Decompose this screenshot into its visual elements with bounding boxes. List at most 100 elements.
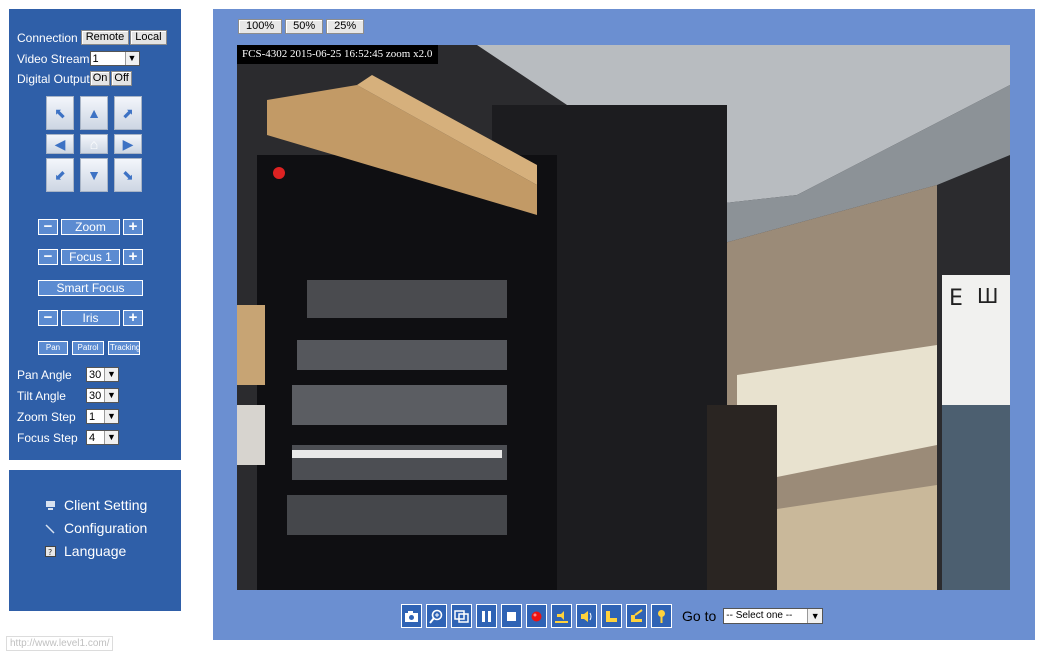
menu-language-label: Language — [64, 543, 127, 559]
goto-preset-select[interactable]: -- Select one -- ▼ — [723, 608, 824, 624]
arrow-left-icon: ◀ — [54, 135, 66, 152]
svg-text:E: E — [949, 286, 963, 311]
mode-buttons: Pan Patrol Tracking — [38, 341, 140, 355]
remote-button[interactable]: Remote — [80, 30, 130, 45]
iris-plus-button[interactable]: + — [123, 310, 143, 326]
live-video[interactable]: E Ш FCS-4302 2015-06-25 16:52:45 zoom x2… — [237, 45, 1010, 590]
ptz-up-button[interactable]: ▲ — [80, 96, 108, 130]
record-button[interactable] — [526, 604, 547, 628]
tilt-angle-row: Tilt Angle 30 ▼ — [17, 388, 119, 403]
svg-text:?: ? — [48, 548, 52, 557]
goto-preset-value: -- Select one -- — [726, 610, 793, 621]
focus-control: − Focus 1 + — [38, 249, 143, 265]
home-icon: ⌂ — [89, 136, 99, 152]
zoom-control: − Zoom + — [38, 219, 143, 235]
input-icon — [631, 608, 643, 622]
view-25-button[interactable]: 25% — [326, 19, 365, 34]
ptz-home-button[interactable]: ⌂ — [80, 134, 108, 154]
zoom-step-label: Zoom Step — [17, 409, 76, 424]
digital-output-toolbar-button[interactable] — [601, 604, 622, 628]
menu-client-setting[interactable]: Client Setting — [44, 497, 147, 513]
chevron-down-icon: ▼ — [104, 389, 118, 402]
record-icon — [531, 611, 542, 621]
speaker-button[interactable] — [576, 604, 597, 628]
video-stream-row: Video Stream 1 ▼ — [17, 51, 140, 66]
fullscreen-icon — [454, 609, 469, 623]
iris-control: − Iris + — [38, 310, 143, 326]
talk-button[interactable] — [551, 604, 572, 628]
speaker-icon — [581, 610, 592, 622]
video-overlay-timestamp: FCS-4302 2015-06-25 16:52:45 zoom x2.0 — [237, 45, 439, 64]
tilt-angle-select[interactable]: 30 ▼ — [86, 388, 119, 403]
focus-minus-button[interactable]: − — [38, 249, 58, 265]
microphone-icon — [555, 610, 568, 623]
video-stream-select[interactable]: 1 ▼ — [89, 51, 140, 66]
svg-text:Ш: Ш — [977, 284, 998, 308]
arrow-down-right-icon: ⬊ — [122, 166, 134, 183]
ptz-left-button[interactable]: ◀ — [46, 134, 74, 154]
zoom-out-button[interactable]: − — [38, 219, 58, 235]
local-button[interactable]: Local — [130, 30, 167, 45]
arrow-down-left-icon: ⬋ — [54, 166, 66, 183]
arrow-right-icon: ▶ — [122, 135, 134, 152]
camera-feed-image: E Ш — [237, 45, 1010, 590]
status-url: http://www.level1.com/ — [6, 636, 114, 651]
fullscreen-button[interactable] — [451, 604, 472, 628]
digital-output-row: Digital Output On Off — [17, 71, 132, 86]
tilt-angle-value: 30 — [89, 389, 102, 402]
pan-angle-label: Pan Angle — [17, 367, 72, 382]
menu-configuration[interactable]: Configuration — [44, 520, 147, 536]
zoom-in-button[interactable]: + — [123, 219, 143, 235]
snapshot-button[interactable] — [401, 604, 422, 628]
focus-plus-button[interactable]: + — [123, 249, 143, 265]
view-100-button[interactable]: 100% — [238, 19, 283, 34]
digital-zoom-button[interactable] — [426, 604, 447, 628]
preset-location-button[interactable] — [651, 604, 672, 628]
zoom-in-icon — [429, 609, 443, 624]
ptz-down-button[interactable]: ▼ — [80, 158, 108, 192]
chevron-down-icon: ▼ — [124, 52, 139, 65]
ptz-up-left-button[interactable]: ⬉ — [46, 96, 74, 130]
menu-client-setting-label: Client Setting — [64, 497, 148, 513]
arrow-up-icon: ▲ — [87, 105, 101, 121]
zoom-step-row: Zoom Step 1 ▼ — [17, 409, 119, 424]
ptz-down-left-button[interactable]: ⬋ — [46, 158, 74, 192]
output-off-button[interactable]: Off — [111, 71, 132, 86]
digital-output-label: Digital Output — [17, 71, 90, 86]
pan-angle-row: Pan Angle 30 ▼ — [17, 367, 119, 382]
digital-input-toolbar-button[interactable] — [626, 604, 647, 628]
chevron-down-icon: ▼ — [104, 410, 118, 423]
pause-button[interactable] — [476, 604, 497, 628]
stop-button[interactable] — [501, 604, 522, 628]
video-toolbar: Go to -- Select one -- ▼ — [401, 604, 824, 628]
video-stream-label: Video Stream — [17, 51, 90, 66]
connection-row: Connection Remote Local — [17, 30, 167, 45]
zoom-step-select[interactable]: 1 ▼ — [86, 409, 119, 424]
arrow-up-right-icon: ⬈ — [122, 104, 134, 121]
language-icon: ? — [44, 545, 56, 557]
video-stream-value: 1 — [92, 52, 99, 65]
ptz-direction-pad: ⬉ ▲ ⬈ ◀ ⌂ ▶ ⬋ ▼ ⬊ — [46, 96, 142, 207]
zoom-label: Zoom — [61, 219, 120, 235]
output-on-button[interactable]: On — [89, 71, 111, 86]
iris-minus-button[interactable]: − — [38, 310, 58, 326]
pan-button[interactable]: Pan — [38, 341, 68, 355]
ptz-up-right-button[interactable]: ⬈ — [114, 96, 142, 130]
view-50-button[interactable]: 50% — [285, 19, 324, 34]
tracking-button[interactable]: Tracking — [108, 341, 140, 355]
menu-language[interactable]: ? Language — [44, 543, 126, 559]
patrol-button[interactable]: Patrol — [72, 341, 104, 355]
chevron-down-icon: ▼ — [104, 368, 118, 381]
menu-configuration-label: Configuration — [64, 520, 148, 536]
tilt-angle-label: Tilt Angle — [17, 388, 66, 403]
output-icon — [606, 610, 617, 622]
focus-step-value: 4 — [89, 431, 96, 444]
wrench-icon — [44, 522, 56, 534]
smart-focus-button[interactable]: Smart Focus — [38, 280, 143, 296]
ptz-right-button[interactable]: ▶ — [114, 134, 142, 154]
ptz-down-right-button[interactable]: ⬊ — [114, 158, 142, 192]
pause-icon — [482, 610, 491, 622]
focus-step-select[interactable]: 4 ▼ — [86, 430, 119, 445]
video-panel: 100% 50% 25% E Ш FCS-4302 2015-06-25 16:… — [213, 9, 1035, 640]
pan-angle-select[interactable]: 30 ▼ — [86, 367, 119, 382]
